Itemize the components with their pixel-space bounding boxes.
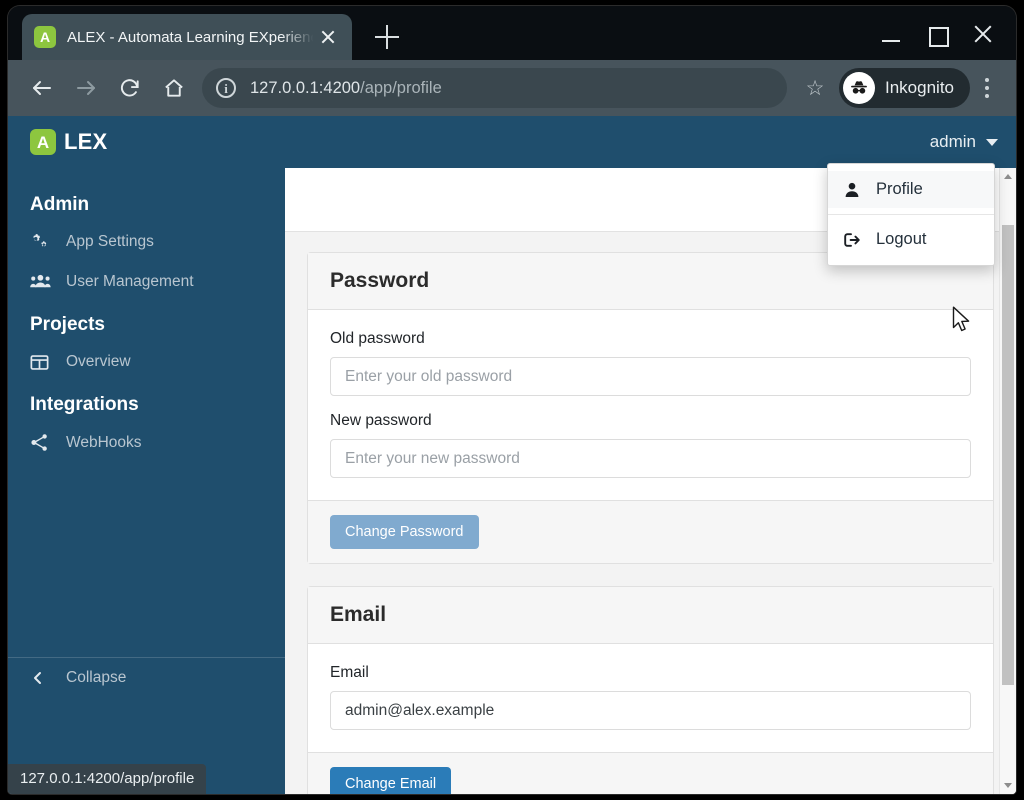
change-email-button[interactable]: Change Email xyxy=(330,767,452,794)
url-text: 127.0.0.1:4200/app/profile xyxy=(250,79,442,98)
change-password-button[interactable]: Change Password xyxy=(330,515,479,549)
home-icon[interactable] xyxy=(152,68,196,108)
dropdown-item-logout[interactable]: Logout xyxy=(828,221,994,258)
dropdown-item-label: Logout xyxy=(876,230,927,248)
chevron-down-icon xyxy=(986,138,998,146)
bookmark-star-icon[interactable]: ☆ xyxy=(795,76,835,101)
new-password-field: New password xyxy=(330,412,971,478)
window-close-icon[interactable] xyxy=(960,18,1006,50)
old-password-field: Old password xyxy=(330,330,971,396)
scroll-up-arrow-icon[interactable] xyxy=(1000,168,1016,185)
back-arrow-icon[interactable] xyxy=(20,68,64,108)
app-header: A LEX admin xyxy=(8,116,1016,168)
scroll-down-arrow-icon[interactable] xyxy=(1000,777,1016,794)
site-info-icon[interactable]: i xyxy=(216,78,236,98)
reload-icon[interactable] xyxy=(108,68,152,108)
content-scrollbar[interactable] xyxy=(999,168,1016,794)
dropdown-item-profile[interactable]: Profile xyxy=(828,171,994,208)
sidebar-item-overview[interactable]: Overview xyxy=(8,342,285,382)
forward-arrow-icon[interactable] xyxy=(64,68,108,108)
user-dropdown-menu: Profile Logout xyxy=(827,163,995,266)
new-tab-button[interactable] xyxy=(372,22,402,52)
email-card-body: Email xyxy=(308,644,993,752)
scrollbar-track[interactable] xyxy=(1000,185,1016,777)
url-path: /app/profile xyxy=(360,78,442,97)
cards-container: Password Old password New password xyxy=(285,232,1016,794)
sidebar-item-user-management[interactable]: User Management xyxy=(8,262,285,302)
share-nodes-icon xyxy=(30,433,56,452)
sidebar-heading-integrations: Integrations xyxy=(30,394,139,415)
sidebar-heading-projects: Projects xyxy=(30,314,105,335)
browser-window: A ALEX - Automata Learning EXperience i … xyxy=(8,6,1016,794)
sidebar-item-label: Overview xyxy=(66,353,131,370)
scrollbar-thumb[interactable] xyxy=(1002,225,1014,685)
incognito-icon xyxy=(843,72,875,104)
logo-mark: A xyxy=(30,129,56,155)
tab-favicon: A xyxy=(34,26,56,48)
window-controls xyxy=(868,18,1006,50)
sidebar-item-label: User Management xyxy=(66,273,194,290)
password-card: Password Old password New password xyxy=(307,252,994,564)
email-card-footer: Change Email xyxy=(308,752,993,794)
old-password-input[interactable] xyxy=(330,357,971,396)
maximize-icon[interactable] xyxy=(914,18,960,50)
email-card-title: Email xyxy=(308,587,993,644)
minimize-icon[interactable] xyxy=(868,18,914,50)
sidebar-collapse-label: Collapse xyxy=(66,669,127,686)
sidebar-item-app-settings[interactable]: App Settings xyxy=(8,222,285,262)
users-icon xyxy=(30,274,56,290)
profile-chip-label: Inkognito xyxy=(885,78,954,97)
profile-chip[interactable]: Inkognito xyxy=(839,68,970,108)
url-host: 127.0.0.1:4200 xyxy=(250,78,361,97)
kebab-menu-icon[interactable] xyxy=(970,78,1004,98)
gears-icon xyxy=(30,233,56,251)
new-password-input[interactable] xyxy=(330,439,971,478)
tab-close-icon[interactable] xyxy=(316,25,340,49)
sidebar-heading-admin: Admin xyxy=(30,194,90,215)
dropdown-item-label: Profile xyxy=(876,180,923,198)
dropdown-separator xyxy=(828,214,994,215)
email-card: Email Email Change Email xyxy=(307,586,994,794)
app-logo[interactable]: A LEX xyxy=(30,129,107,155)
sign-out-icon xyxy=(844,232,868,248)
browser-tab[interactable]: A ALEX - Automata Learning EXperience xyxy=(22,14,352,60)
chevron-left-icon xyxy=(30,670,56,686)
tab-strip: A ALEX - Automata Learning EXperience xyxy=(8,6,1016,60)
sidebar: Admin App Settings User Management Proje… xyxy=(8,168,285,794)
password-card-footer: Change Password xyxy=(308,500,993,563)
sidebar-item-webhooks[interactable]: WebHooks xyxy=(8,422,285,463)
sidebar-item-label: App Settings xyxy=(66,233,154,250)
address-bar[interactable]: i 127.0.0.1:4200/app/profile xyxy=(202,68,787,108)
sidebar-item-label: WebHooks xyxy=(66,433,142,451)
user-menu-button[interactable]: admin xyxy=(930,132,998,152)
tab-title: ALEX - Automata Learning EXperience xyxy=(67,28,316,46)
status-bubble: 127.0.0.1:4200/app/profile xyxy=(8,764,207,794)
user-menu-label: admin xyxy=(929,132,976,151)
email-input[interactable] xyxy=(330,691,971,730)
columns-icon xyxy=(30,354,56,371)
email-field: Email xyxy=(330,664,971,730)
new-password-label: New password xyxy=(330,412,432,429)
sidebar-filler xyxy=(8,463,285,643)
old-password-label: Old password xyxy=(330,330,425,347)
browser-toolbar: i 127.0.0.1:4200/app/profile ☆ Inkognito xyxy=(8,60,1016,116)
page-viewport: A LEX admin Admin App Settings User Mana… xyxy=(8,116,1016,794)
sidebar-collapse-button[interactable]: Collapse xyxy=(8,658,285,698)
email-label: Email xyxy=(330,664,369,681)
user-icon xyxy=(844,182,868,198)
logo-text: LEX xyxy=(64,129,108,154)
password-card-body: Old password New password xyxy=(308,310,993,500)
